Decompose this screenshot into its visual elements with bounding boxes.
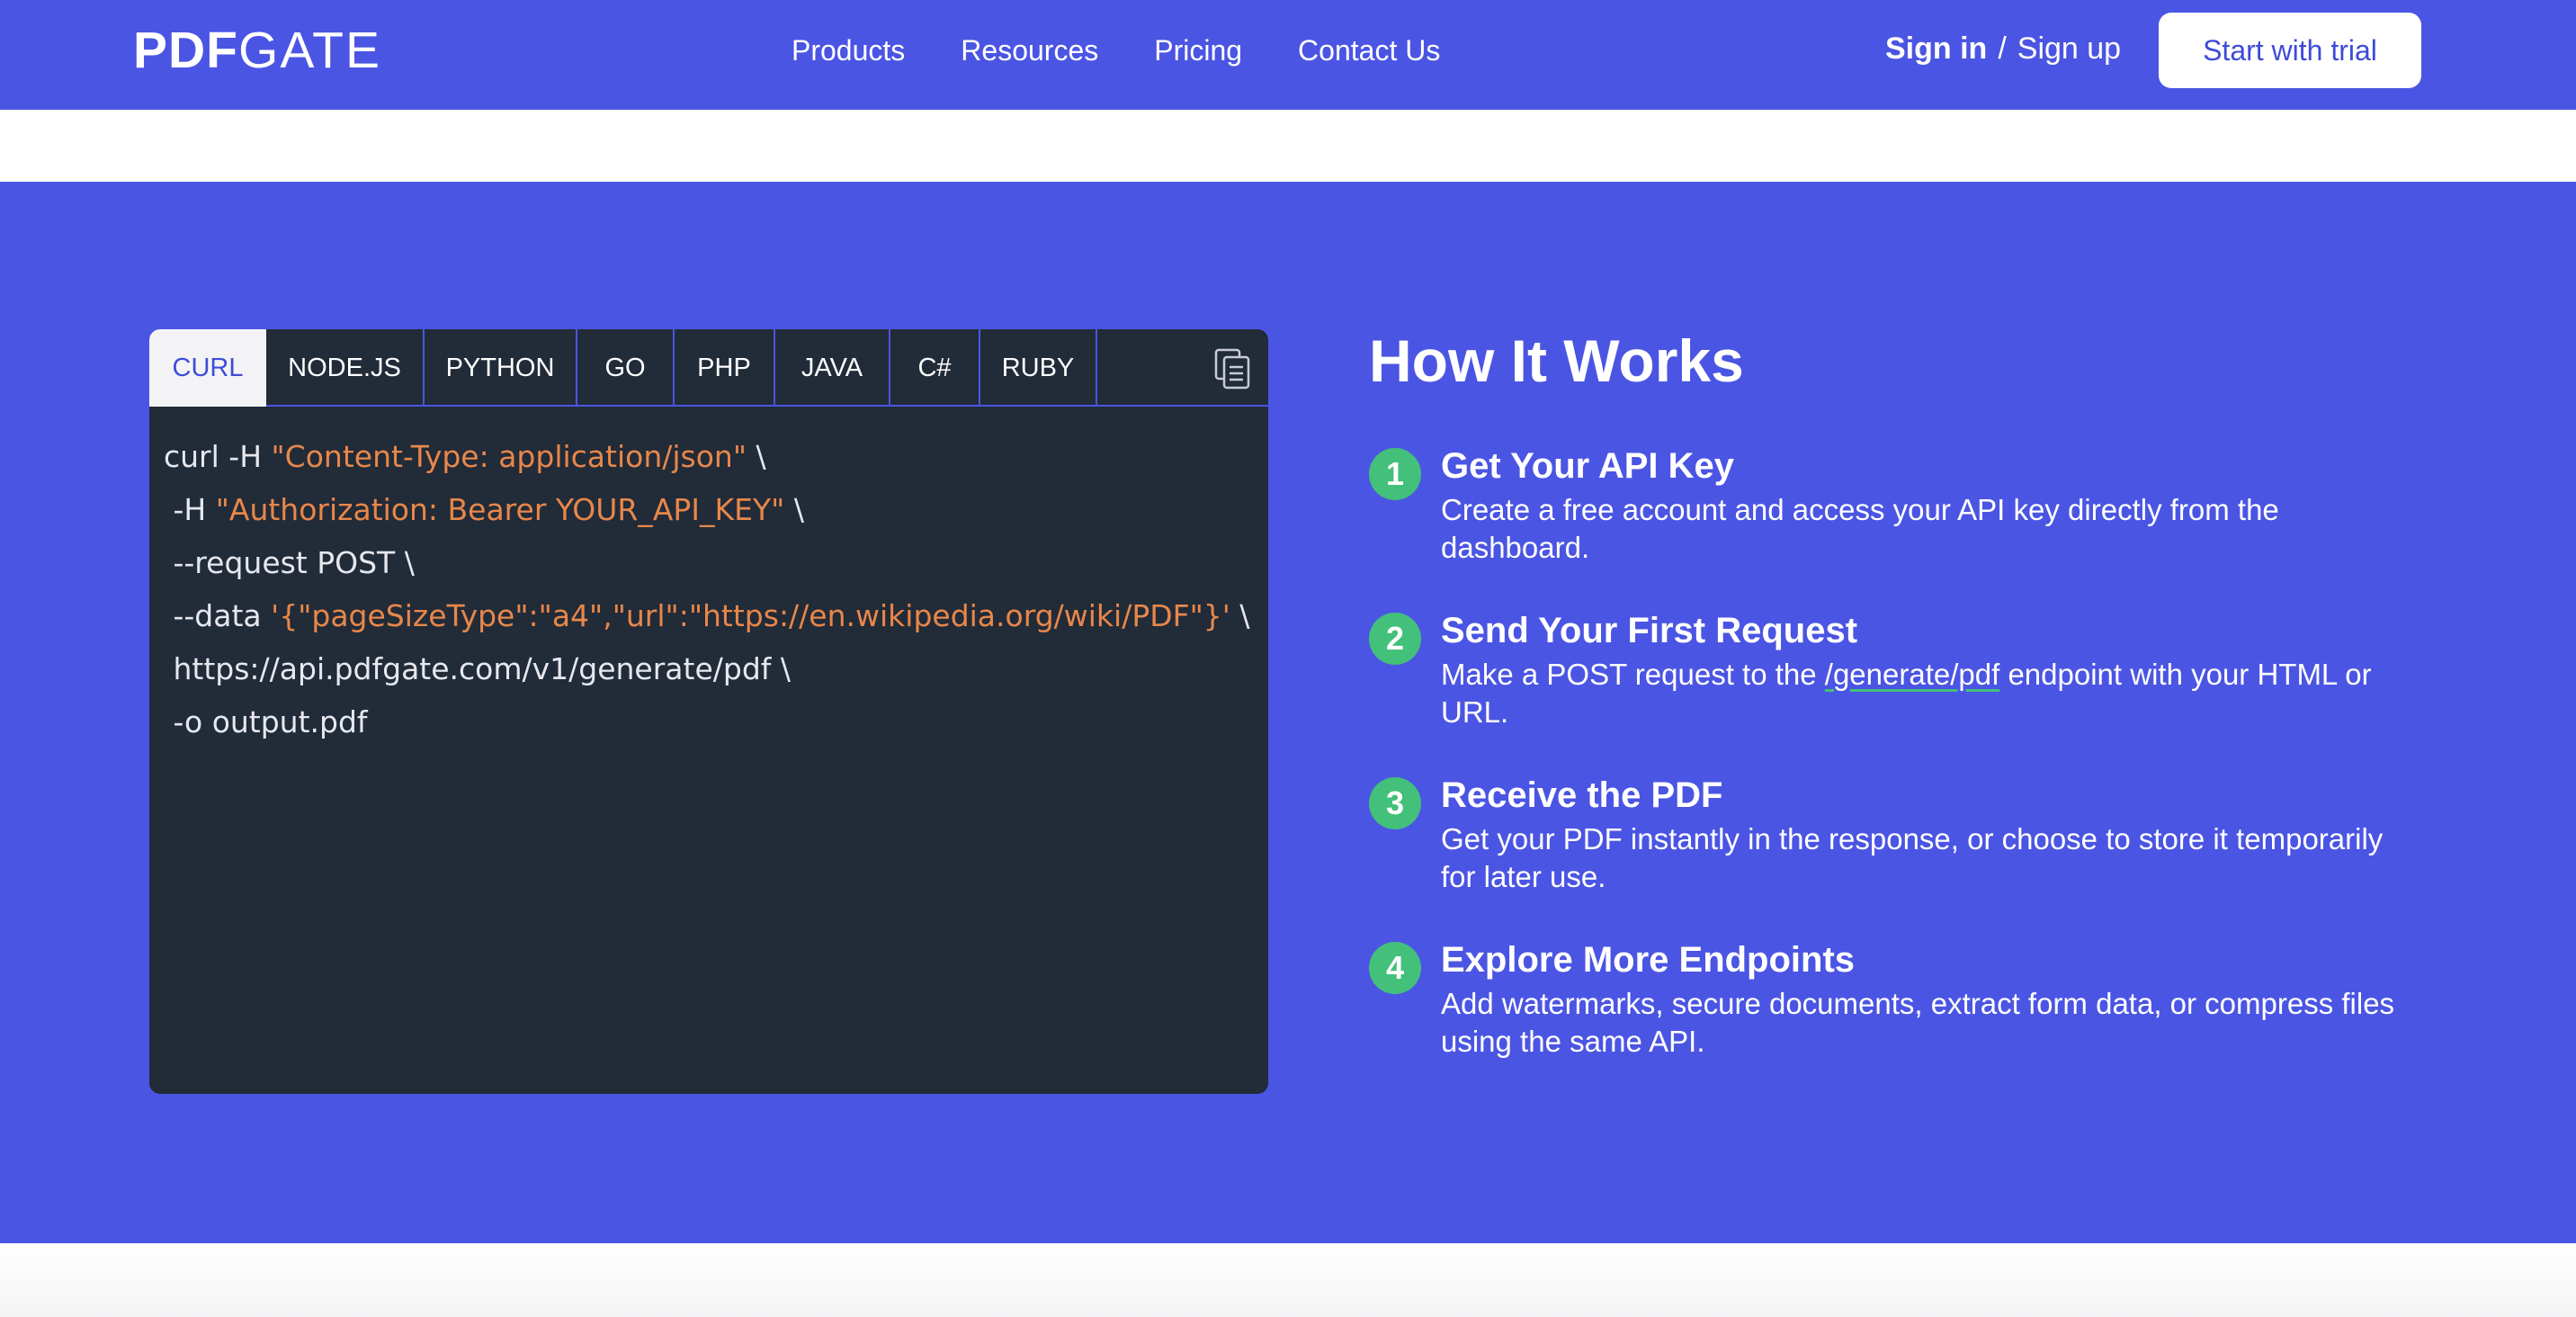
step-title: Explore More Endpoints	[1441, 940, 1856, 980]
tab-go[interactable]: GO	[577, 329, 675, 407]
code-text: -o output.pdf	[164, 704, 368, 739]
language-tabs: CURL NODE.JS PYTHON GO PHP JAVA C# RUBY	[149, 329, 1268, 407]
code-text: \	[784, 492, 804, 527]
nav-link-pricing[interactable]: Pricing	[1154, 31, 1242, 70]
code-string: '{"pageSizeType":"a4","url":"https://en.…	[271, 598, 1230, 633]
tab-ruby[interactable]: RUBY	[980, 329, 1097, 407]
tab-csharp[interactable]: C#	[890, 329, 980, 407]
code-text: --request POST \	[164, 545, 415, 580]
start-with-trial-button[interactable]: Start with trial	[2159, 13, 2421, 88]
sign-up-link[interactable]: Sign up	[2017, 31, 2121, 66]
code-line: -H "Authorization: Bearer YOUR_API_KEY" …	[164, 483, 1249, 536]
step-number-badge: 4	[1369, 942, 1421, 994]
pdfgate-logo[interactable]: PDFGATE	[133, 23, 381, 77]
step-number-badge: 3	[1369, 777, 1421, 829]
code-text: https://api.pdfgate.com/v1/generate/pdf …	[164, 651, 791, 686]
step-number-badge: 1	[1369, 448, 1421, 500]
step-description: Get your PDF instantly in the response, …	[1441, 822, 2384, 893]
how-it-works-title: How It Works	[1369, 327, 1744, 394]
step-desc-before: Make a POST request to the	[1441, 658, 1825, 691]
tab-java[interactable]: JAVA	[775, 329, 890, 407]
code-line: https://api.pdfgate.com/v1/generate/pdf …	[164, 642, 1249, 695]
code-string: "Authorization: Bearer YOUR_API_KEY"	[215, 492, 785, 527]
code-sample-panel: CURL NODE.JS PYTHON GO PHP JAVA C# RUBY …	[149, 329, 1268, 1094]
tab-php[interactable]: PHP	[675, 329, 775, 407]
code-line: --request POST \	[164, 536, 1249, 589]
code-text: -H	[164, 492, 216, 527]
tab-nodejs[interactable]: NODE.JS	[266, 329, 425, 407]
step-description: Create a free account and access your AP…	[1441, 493, 2279, 564]
nav-link-products[interactable]: Products	[792, 31, 905, 70]
code-string: "Content-Type: application/json"	[271, 439, 747, 474]
code-block: curl -H "Content-Type: application/json"…	[164, 430, 1249, 748]
spacer-band	[0, 110, 2576, 182]
top-navbar: PDFGATE Products Resources Pricing Conta…	[0, 0, 2576, 110]
step-title: Send Your First Request	[1441, 611, 1858, 650]
code-line: -o output.pdf	[164, 695, 1249, 748]
step-title: Get Your API Key	[1441, 446, 1735, 486]
nav-link-contact-us[interactable]: Contact Us	[1298, 31, 1440, 70]
code-text: \	[747, 439, 766, 474]
sign-in-link[interactable]: Sign in	[1885, 31, 1987, 66]
code-text: \	[1230, 598, 1250, 633]
tab-curl[interactable]: CURL	[149, 329, 266, 407]
code-text: curl -H	[164, 439, 272, 474]
copy-icon[interactable]	[1212, 347, 1252, 390]
nav-link-resources[interactable]: Resources	[961, 31, 1098, 70]
step-description: Make a POST request to the /generate/pdf…	[1441, 656, 2421, 731]
footer-band	[0, 1243, 2576, 1317]
step-number-badge: 2	[1369, 613, 1421, 665]
auth-links: Sign in / Sign up	[1885, 29, 2121, 68]
code-line: curl -H "Content-Type: application/json"…	[164, 430, 1249, 483]
step-title: Receive the PDF	[1441, 775, 1723, 815]
code-line: --data '{"pageSizeType":"a4","url":"http…	[164, 589, 1249, 642]
nav-links: Products Resources Pricing Contact Us	[792, 31, 1440, 70]
tab-python[interactable]: PYTHON	[425, 329, 577, 407]
generate-pdf-endpoint-link[interactable]: /generate/pdf	[1825, 658, 2000, 691]
step-description: Add watermarks, secure documents, extrac…	[1441, 987, 2395, 1058]
code-text: --data	[164, 598, 272, 633]
logo-bold: PDF	[133, 22, 238, 79]
logo-light: GATE	[238, 22, 381, 79]
auth-separator: /	[1998, 31, 2007, 66]
